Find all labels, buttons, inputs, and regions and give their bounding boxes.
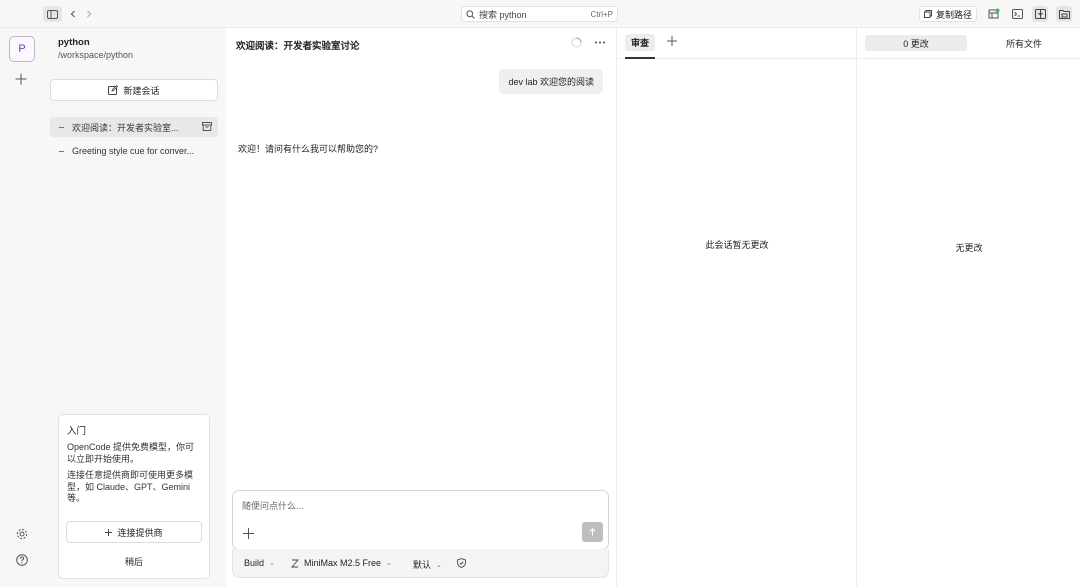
connect-provider-label: 连接提供商 [117, 527, 163, 538]
loading-spinner [571, 37, 582, 50]
more-options-button[interactable] [594, 37, 606, 50]
model-select[interactable]: MiniMax M2.5 Free ⌄ [291, 558, 392, 568]
help-button[interactable] [16, 554, 28, 568]
session-item[interactable]: Greeting style cue for conver... [50, 141, 218, 161]
mode-select[interactable]: Build ⌄ [244, 558, 275, 568]
forward-button[interactable] [83, 6, 95, 22]
back-button[interactable] [67, 6, 79, 22]
files-panel-toggle[interactable] [1056, 6, 1072, 22]
project-name: python [58, 37, 90, 48]
new-session-button[interactable]: 新建会话 [50, 79, 218, 101]
panel-icon [1034, 9, 1046, 19]
files-empty-state: 无更改 [955, 243, 983, 253]
plus-icon [667, 36, 677, 46]
plus-icon [105, 528, 113, 536]
session-title: Greeting style cue for conver... [72, 146, 195, 156]
session-dash [59, 150, 64, 152]
later-button[interactable]: 稍后 [59, 555, 209, 568]
connect-provider-button[interactable]: 连接提供商 [66, 521, 202, 543]
assistant-message: 欢迎！请问有什么我可以帮助您的? [238, 144, 379, 154]
settings-button[interactable] [16, 528, 28, 542]
guide-text-1: OpenCode 提供免费模型，你可以立即开始使用。 [67, 442, 195, 464]
folder-icon [1058, 10, 1070, 19]
review-panel: 审查 此会话暂无更改 [616, 28, 857, 587]
terminal-button[interactable] [1009, 6, 1025, 22]
search-placeholder: 搜索 python [479, 9, 527, 20]
active-tab-indicator [625, 57, 655, 59]
shield-icon [457, 558, 466, 568]
chevron-right-icon [87, 10, 92, 18]
top-bar: 搜索 python Ctrl+P 复制路径 [0, 0, 1080, 28]
status-icon [988, 8, 1000, 19]
sidebar-icon [47, 9, 58, 19]
spinner-icon [571, 37, 582, 48]
getting-started-card: 入门 OpenCode 提供免费模型，你可以立即开始使用。 连接任意提供商即可使… [58, 414, 210, 579]
chat-panel: 欢迎阅读：开发者实验室讨论 dev lab 欢迎您的阅读 欢迎！请问有什么我可以… [226, 28, 616, 587]
project-rail: P [0, 28, 43, 587]
tab-all-files[interactable]: 所有文件 [973, 35, 1075, 51]
chevron-left-icon [70, 10, 75, 18]
variant-select[interactable]: 默认 ⌄ [413, 558, 442, 571]
chevron-down-icon: ⌄ [386, 560, 392, 567]
send-button[interactable] [582, 522, 603, 542]
search-shortcut: Ctrl+P [590, 9, 613, 19]
mode-label: Build [244, 558, 265, 568]
review-empty-state: 此会话暂无更改 [705, 240, 769, 250]
session-title: 欢迎阅读：开发者实验室... [72, 122, 179, 133]
edit-icon [108, 85, 119, 95]
composer-toolbar: Build ⌄ MiniMax M2.5 Free ⌄ 默认 ⌄ [232, 549, 609, 578]
help-icon [16, 554, 28, 566]
gear-icon [16, 528, 28, 540]
session-item[interactable]: 欢迎阅读：开发者实验室... [50, 117, 218, 137]
project-avatar[interactable]: P [9, 36, 35, 62]
copy-path-button[interactable]: 复制路径 [919, 6, 977, 22]
plus-icon [15, 73, 27, 85]
status-button[interactable] [986, 6, 1002, 22]
guide-text-2: 连接任意提供商即可使用更多模型，如 Claude、GPT、Gemini 等。 [67, 470, 194, 503]
chat-title: 欢迎阅读：开发者实验室讨论 [236, 41, 360, 52]
session-dash [59, 126, 64, 128]
files-panel: 0 更改 所有文件 无更改 [856, 28, 1080, 587]
plus-icon [243, 528, 254, 539]
chat-input-placeholder: 随便问点什么... [242, 501, 304, 511]
add-project-button[interactable] [15, 73, 27, 87]
variant-label: 默认 [413, 560, 432, 570]
chat-composer[interactable]: 随便问点什么... [232, 490, 609, 550]
session-sidebar: python /workspace/python 新建会话 欢迎阅读：开发者实验… [43, 28, 226, 587]
copy-icon [923, 10, 932, 18]
project-initial: P [18, 43, 26, 55]
add-tab-button[interactable] [667, 36, 677, 48]
more-icon [595, 41, 605, 44]
search-input[interactable]: 搜索 python Ctrl+P [461, 6, 618, 22]
archive-icon [202, 122, 212, 131]
tab-changes[interactable]: 0 更改 [865, 35, 967, 51]
tab-review[interactable]: 审查 [625, 34, 655, 51]
user-message: dev lab 欢迎您的阅读 [499, 69, 603, 94]
terminal-icon [1011, 9, 1023, 19]
model-label: MiniMax M2.5 Free [304, 558, 382, 568]
review-tabs: 审查 [617, 28, 857, 59]
chevron-down-icon: ⌄ [436, 561, 442, 569]
review-panel-toggle[interactable] [1032, 6, 1048, 22]
search-icon [466, 9, 475, 19]
permissions-button[interactable] [457, 558, 466, 568]
chevron-down-icon: ⌄ [269, 560, 275, 567]
arrow-up-icon [589, 528, 596, 536]
toggle-sidebar-button[interactable] [43, 6, 62, 22]
attach-button[interactable] [243, 528, 254, 541]
copy-path-label: 复制路径 [935, 9, 972, 20]
project-path: /workspace/python [58, 50, 134, 60]
guide-title: 入门 [67, 426, 87, 437]
model-icon [291, 559, 299, 567]
new-session-label: 新建会话 [123, 85, 160, 96]
archive-button[interactable] [202, 122, 212, 133]
files-tabs: 0 更改 所有文件 [857, 28, 1080, 59]
